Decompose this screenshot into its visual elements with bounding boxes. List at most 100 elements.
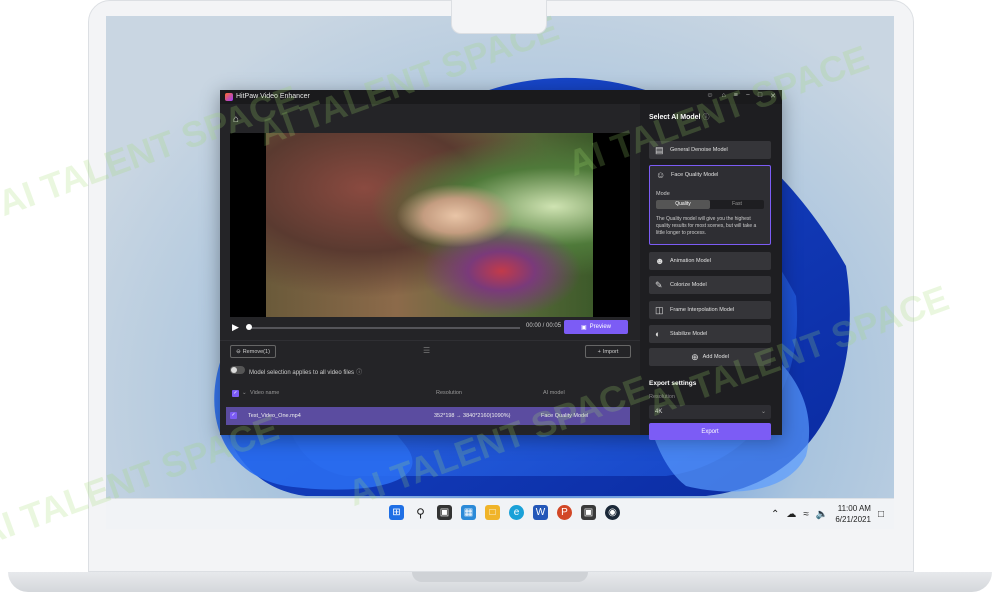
add-model-button[interactable]: ⊕ Add Model — [649, 348, 771, 366]
model-card-general-denoise[interactable]: ▤ General Denoise Model — [649, 141, 771, 159]
model-card-animation[interactable]: ☻ Animation Model — [649, 252, 771, 270]
preview-button[interactable]: ▣ Preview — [564, 320, 628, 334]
colorize-icon: ✎ — [655, 280, 663, 290]
taskbar: ⊞ ⚲ ▣ ▦ □ e W P ▣ ◉ ⌃ ☁ ≈ 🔈 11:00 AM 6/2… — [106, 498, 894, 529]
import-button[interactable]: + Import — [585, 345, 631, 358]
model-card-colorize[interactable]: ✎ Colorize Model — [649, 276, 771, 294]
model-label: Frame Interpolation Model — [670, 307, 735, 313]
model-label: Stabilize Model — [670, 331, 708, 337]
drag-handle-icon[interactable]: ☰ — [423, 346, 430, 355]
model-label: Colorize Model — [670, 282, 707, 288]
select-all-checkbox[interactable]: ✓ — [232, 390, 239, 397]
denoise-icon: ▤ — [655, 145, 664, 155]
model-card-frame-interpolation[interactable]: ◫ Frame Interpolation Model — [649, 301, 771, 319]
model-label: Face Quality Model — [671, 172, 719, 178]
info-icon[interactable]: ⓘ — [356, 370, 362, 376]
word-icon[interactable]: W — [533, 505, 548, 520]
animation-icon: ☻ — [655, 256, 665, 266]
mode-fast-option[interactable]: Fast — [710, 200, 764, 209]
remove-label: Remove(1) — [242, 348, 270, 355]
volume-icon[interactable]: 🔈 — [816, 509, 828, 520]
apply-all-toggle[interactable] — [230, 366, 245, 374]
info-icon[interactable]: ⓘ — [702, 114, 709, 121]
powerpoint-icon[interactable]: P — [557, 505, 572, 520]
face-model-description: The Quality model will give you the high… — [656, 216, 757, 236]
close-icon[interactable]: ✕ — [770, 92, 776, 100]
header-video-name: Video name — [250, 390, 280, 396]
row-checkbox[interactable]: ✓ — [230, 412, 237, 419]
window-controls: ☺ ⌂ ≡ − □ ✕ — [706, 92, 776, 100]
add-model-label: Add Model — [702, 354, 729, 360]
cloud-icon[interactable]: ☁ — [786, 509, 796, 520]
notification-icon[interactable]: □ — [878, 509, 884, 520]
chevron-up-icon[interactable]: ⌃ — [771, 509, 779, 520]
start-icon[interactable]: ⊞ — [389, 505, 404, 520]
right-pane: Select AI Model ⓘ ▤ General Denoise Mode… — [644, 104, 782, 440]
app-logo-icon — [225, 93, 233, 101]
seek-knob[interactable] — [246, 324, 252, 330]
resolution-value: 4K — [655, 409, 663, 415]
header-resolution: Resolution — [436, 390, 462, 396]
preview-label: Preview — [589, 324, 611, 330]
menu-icon[interactable]: ≡ — [734, 92, 738, 100]
header-ai-model: AI model — [543, 390, 565, 396]
select-model-title: Select AI Model ⓘ — [649, 112, 709, 122]
add-circle-icon: ⊕ — [691, 351, 699, 362]
desktop-screen: HitPaw Video Enhancer ☺ ⌂ ≡ − □ ✕ ⌂ ▶ 00… — [106, 16, 894, 529]
mode-quality-option[interactable]: Quality — [656, 200, 710, 209]
account-icon[interactable]: ☺ — [706, 92, 713, 100]
export-settings-title: Export settings — [649, 380, 697, 387]
steam-icon[interactable]: ◉ — [605, 505, 620, 520]
laptop-notch — [451, 0, 547, 34]
face-icon: ☺ — [656, 170, 666, 180]
mode-label: Mode — [656, 191, 670, 197]
minimize-icon[interactable]: − — [746, 92, 750, 100]
stabilize-icon: ◐ — [655, 329, 661, 339]
edge-icon[interactable]: e — [509, 505, 524, 520]
select-model-title-text: Select AI Model — [649, 114, 701, 121]
playback-time: 00:00 / 00:05 — [526, 323, 562, 329]
search-icon[interactable]: ⚲ — [413, 505, 428, 520]
laptop-base-groove — [412, 572, 588, 582]
table-row[interactable]: ✓ Test_Video_One.mp4 352*198 → 3840*2160… — [226, 407, 630, 425]
clock-time: 11:00 AM — [837, 504, 871, 513]
file-table-header: ✓ ⌄ Video name Resolution AI model — [228, 388, 630, 400]
model-card-stabilize[interactable]: ◐ Stabilize Model — [649, 325, 771, 343]
row-ai-model: Face Quality Model — [541, 413, 589, 419]
file-explorer-icon[interactable]: □ — [485, 505, 500, 520]
clock[interactable]: 11:00 AM 6/21/2021 — [835, 503, 871, 525]
remove-button[interactable]: ⊖ Remove(1) — [230, 345, 276, 358]
widgets-icon[interactable]: ▦ — [461, 505, 476, 520]
video-frame — [266, 133, 593, 317]
home-icon[interactable]: ⌂ — [233, 114, 239, 125]
model-label: General Denoise Model — [670, 147, 728, 153]
maximize-icon[interactable]: □ — [758, 92, 762, 100]
toggle-label: Model selection applies to all video fil… — [249, 367, 362, 376]
system-tray: ⌃ ☁ ≈ 🔈 11:00 AM 6/21/2021 □ — [771, 503, 884, 525]
toggle-label-text: Model selection applies to all video fil… — [249, 370, 355, 376]
remove-icon: ⊖ — [236, 348, 241, 355]
task-view-icon[interactable]: ▣ — [437, 505, 452, 520]
row-resolution: 352*198 → 3840*2160(1090%) — [434, 413, 511, 419]
header-sort-icon[interactable]: ⌄ — [242, 390, 247, 396]
taskbar-apps: ⊞ ⚲ ▣ ▦ □ e W P ▣ ◉ — [389, 505, 620, 520]
play-icon[interactable]: ▶ — [232, 322, 239, 333]
export-button[interactable]: Export — [649, 423, 771, 440]
mode-selector: Quality Fast — [656, 200, 764, 209]
seek-bar[interactable] — [248, 327, 520, 329]
store-icon[interactable]: ▣ — [581, 505, 596, 520]
plus-icon: + — [597, 348, 601, 355]
title-bar: HitPaw Video Enhancer ☺ ⌂ ≡ − □ ✕ — [220, 90, 782, 104]
wifi-icon[interactable]: ≈ — [803, 509, 809, 520]
player-controls: ▶ 00:00 / 00:05 ▣ Preview — [230, 320, 630, 336]
frame-icon: ◫ — [655, 305, 664, 315]
divider — [220, 340, 640, 341]
row-video-name: Test_Video_One.mp4 — [248, 413, 301, 419]
app-title: HitPaw Video Enhancer — [236, 93, 310, 100]
video-preview — [230, 133, 630, 317]
model-card-face-quality[interactable]: ☺ Face Quality Model Mode Quality Fast T… — [649, 165, 771, 245]
cart-icon[interactable]: ⌂ — [721, 92, 725, 100]
resolution-select[interactable]: 4K ⌄ — [649, 405, 771, 419]
app-window: HitPaw Video Enhancer ☺ ⌂ ≡ − □ ✕ ⌂ ▶ 00… — [220, 90, 782, 440]
chevron-down-icon: ⌄ — [760, 409, 766, 415]
